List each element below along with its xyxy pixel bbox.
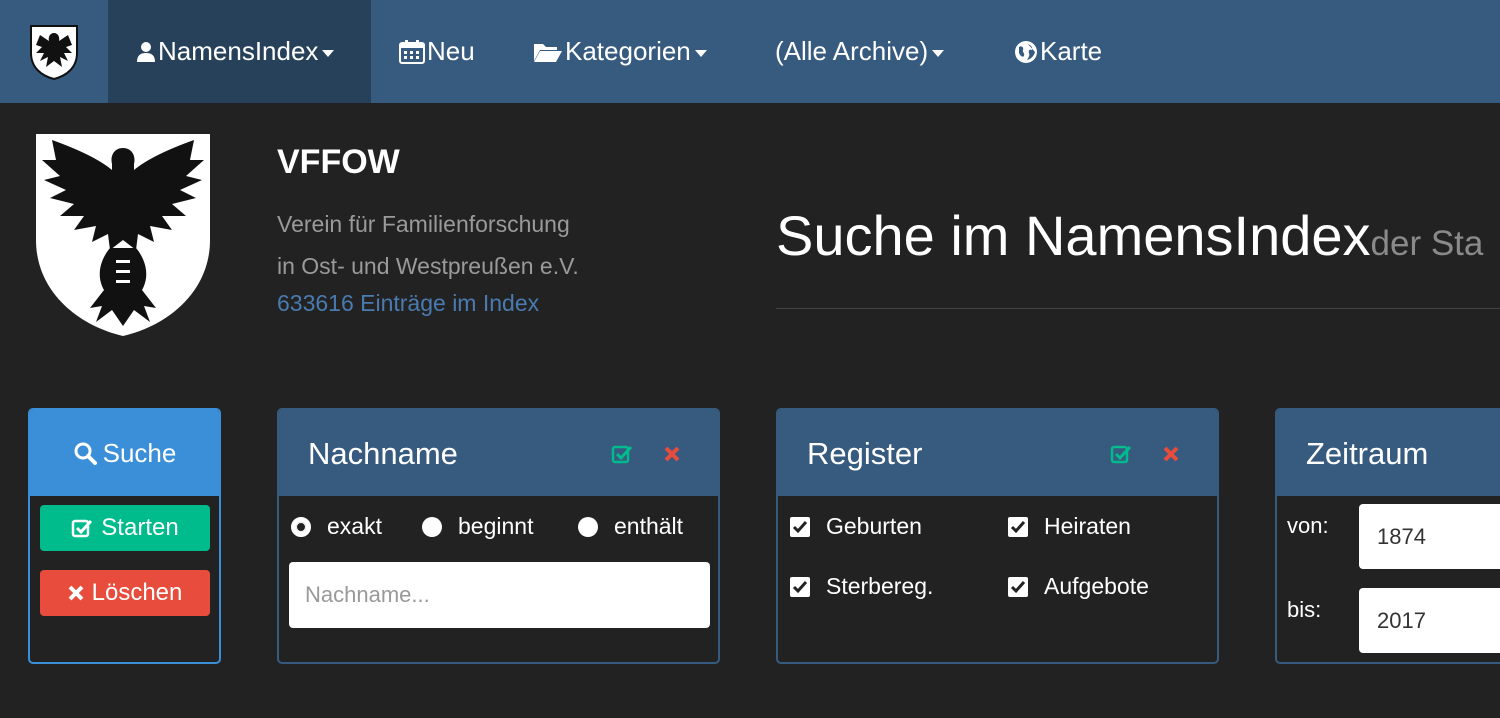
checkbox-geburten-label: Geburten [826, 513, 922, 539]
close-icon [68, 585, 84, 601]
checkbox-aufgebote-label: Aufgebote [1044, 573, 1149, 599]
to-label: bis: [1287, 597, 1322, 622]
search-icon [73, 441, 97, 465]
clear-field-icon[interactable] [1160, 443, 1182, 465]
globe-icon [1014, 40, 1038, 64]
folder-open-icon [533, 41, 563, 63]
checkbox-checked-icon [790, 516, 810, 537]
search-header-button[interactable]: Suche [30, 410, 219, 496]
start-button[interactable]: Starten [40, 505, 210, 551]
clear-button-label: Löschen [91, 579, 183, 606]
check-square-icon [71, 517, 93, 539]
chevron-down-icon [322, 50, 335, 57]
search-panel: Suche Starten Löschen [28, 408, 221, 664]
radio-button [422, 516, 442, 537]
nav-archive-label: (Alle Archive) [775, 36, 929, 66]
from-year-input[interactable] [1359, 504, 1500, 569]
radio-beginnt[interactable]: beginnt [422, 513, 533, 540]
nav-namensindex[interactable]: NamensIndex [108, 0, 371, 103]
page-title-subtitle: der Sta [1370, 224, 1484, 263]
search-title: Suche [102, 437, 177, 468]
nav-kategorien-label: Kategorien [565, 36, 691, 66]
radio-enthaelt-label: enthält [614, 513, 684, 539]
checkbox-aufgebote[interactable]: Aufgebote [1008, 573, 1149, 600]
surname-panel-title: Nachname [308, 436, 458, 471]
radio-button [578, 516, 598, 537]
calendar-icon [399, 39, 425, 64]
checkbox-heiraten-label: Heiraten [1044, 513, 1131, 539]
page-title: Suche im NamensIndexder Sta [776, 203, 1483, 268]
to-year-input[interactable] [1359, 588, 1500, 653]
checkbox-checked-icon [1008, 576, 1028, 597]
radio-exakt[interactable]: exakt [291, 513, 382, 540]
register-panel-header: Register [778, 410, 1217, 496]
register-panel: Register Geburten Heiraten Sterbereg. Au… [776, 408, 1219, 664]
register-panel-title: Register [807, 436, 923, 471]
nav-neu[interactable]: Neu [399, 0, 475, 103]
coat-of-arms-logo [30, 130, 216, 340]
nav-karte[interactable]: Karte [1014, 0, 1102, 103]
nav-karte-label: Karte [1040, 36, 1103, 66]
clear-field-icon[interactable] [661, 443, 683, 465]
time-range-panel-header: Zeitraum [1277, 410, 1500, 496]
chevron-down-icon [932, 50, 945, 57]
checkbox-sterbereg[interactable]: Sterbereg. [790, 573, 933, 600]
select-all-icon[interactable] [1110, 443, 1132, 465]
checkbox-checked-icon [1008, 516, 1028, 537]
org-name: VFFOW [277, 143, 400, 181]
nav-neu-label: Neu [427, 36, 475, 66]
radio-beginnt-label: beginnt [458, 513, 534, 539]
chevron-down-icon [694, 50, 707, 57]
time-range-panel: Zeitraum von: bis: [1275, 408, 1500, 664]
checkbox-heiraten[interactable]: Heiraten [1008, 513, 1131, 540]
select-all-icon[interactable] [611, 443, 633, 465]
nav-archive[interactable]: (Alle Archive) [775, 0, 945, 103]
nav-namensindex-label: NamensIndex [158, 36, 319, 66]
radio-exakt-label: exakt [327, 513, 382, 539]
radio-button-checked [291, 516, 311, 537]
entry-count-link[interactable]: 633616 Einträge im Index [277, 290, 539, 317]
org-description-line2: in Ost- und Westpreußen e.V. [277, 253, 579, 279]
surname-input[interactable] [289, 562, 710, 628]
surname-panel: Nachname exakt beginnt enthält [277, 408, 720, 664]
clear-button[interactable]: Löschen [40, 570, 210, 616]
checkbox-checked-icon [790, 576, 810, 597]
from-label: von: [1287, 513, 1329, 538]
eagle-crest-icon [30, 24, 78, 80]
checkbox-sterbereg-label: Sterbereg. [826, 573, 934, 599]
brand-logo[interactable] [0, 0, 108, 103]
title-divider [776, 308, 1500, 309]
start-button-label: Starten [101, 514, 179, 541]
user-icon [136, 41, 156, 63]
surname-panel-header: Nachname [279, 410, 718, 496]
navbar: NamensIndex Neu Kategorien (Alle Archive… [0, 0, 1500, 103]
nav-kategorien[interactable]: Kategorien [533, 0, 707, 103]
org-description-line1: Verein für Familienforschung [277, 211, 570, 237]
checkbox-geburten[interactable]: Geburten [790, 513, 922, 540]
time-range-panel-title: Zeitraum [1306, 436, 1429, 471]
radio-enthaelt[interactable]: enthält [578, 513, 683, 540]
page-title-main: Suche im NamensIndex [776, 204, 1371, 267]
